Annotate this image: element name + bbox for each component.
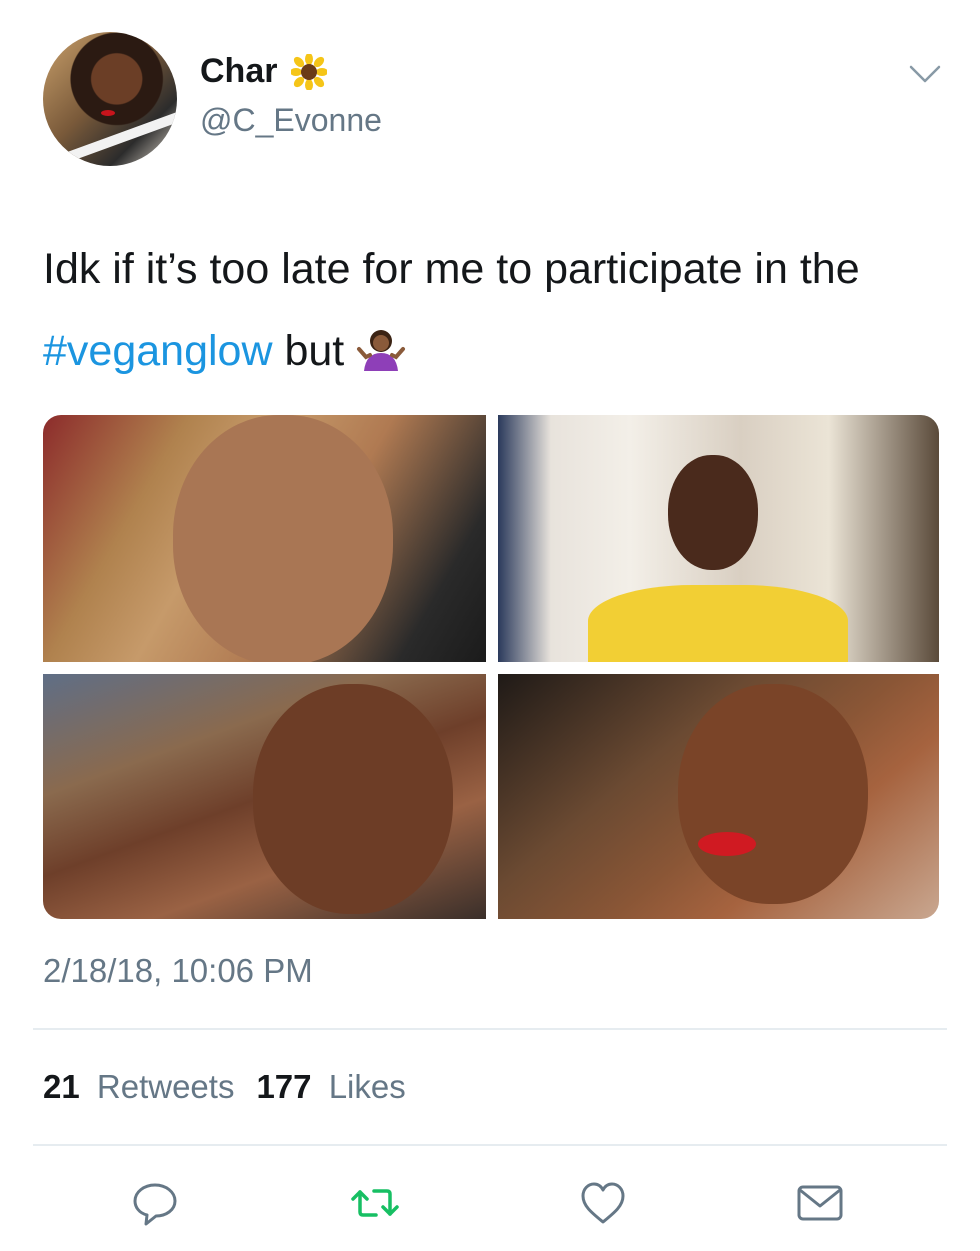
likes-stat[interactable]: 177 Likes — [256, 1068, 405, 1106]
tweet-photo-4[interactable] — [498, 674, 939, 919]
divider — [33, 1028, 947, 1030]
photo-subject — [173, 415, 393, 662]
display-name[interactable]: Char — [200, 52, 277, 91]
photo-subject — [678, 684, 868, 904]
woman-shrugging-icon — [356, 316, 406, 371]
divider — [33, 1144, 947, 1146]
tweet-text: Idk if it’s too late for me to participa… — [43, 228, 953, 392]
hashtag-link[interactable]: #veganglow — [43, 327, 273, 375]
tweet-photo-2[interactable] — [498, 415, 939, 662]
profile-avatar[interactable] — [43, 32, 177, 166]
chevron-down-icon[interactable] — [908, 62, 942, 86]
heart-icon[interactable] — [578, 1178, 628, 1228]
likes-count: 177 — [256, 1068, 312, 1105]
tweet-timestamp: 2/18/18, 10:06 PM — [43, 952, 313, 989]
photo-subject-shirt — [588, 585, 848, 662]
tweet-photo-3[interactable] — [43, 674, 486, 919]
avatar-stripe — [64, 111, 177, 163]
retweet-icon[interactable] — [350, 1178, 400, 1228]
tweet-text-before: Idk if it’s too late for me to participa… — [43, 245, 860, 293]
reply-icon[interactable] — [130, 1178, 180, 1228]
user-handle[interactable]: @C_Evonne — [200, 102, 382, 139]
tweet-text-after: but — [272, 327, 345, 375]
likes-label: Likes — [328, 1068, 406, 1105]
tweet-photo-1[interactable] — [43, 415, 486, 662]
photo-subject — [668, 455, 758, 570]
photo-red-lips — [698, 832, 756, 856]
photo-subject — [253, 684, 453, 914]
retweets-label: Retweets — [96, 1068, 235, 1105]
retweets-stat[interactable]: 21 Retweets — [43, 1068, 234, 1106]
avatar-lips — [101, 110, 115, 116]
envelope-icon[interactable] — [795, 1178, 845, 1228]
user-name-row: Char — [200, 52, 329, 91]
sunflower-icon — [290, 52, 329, 91]
retweets-count: 21 — [43, 1068, 80, 1105]
tweet-stats: 21 Retweets 177 Likes — [43, 1068, 428, 1106]
